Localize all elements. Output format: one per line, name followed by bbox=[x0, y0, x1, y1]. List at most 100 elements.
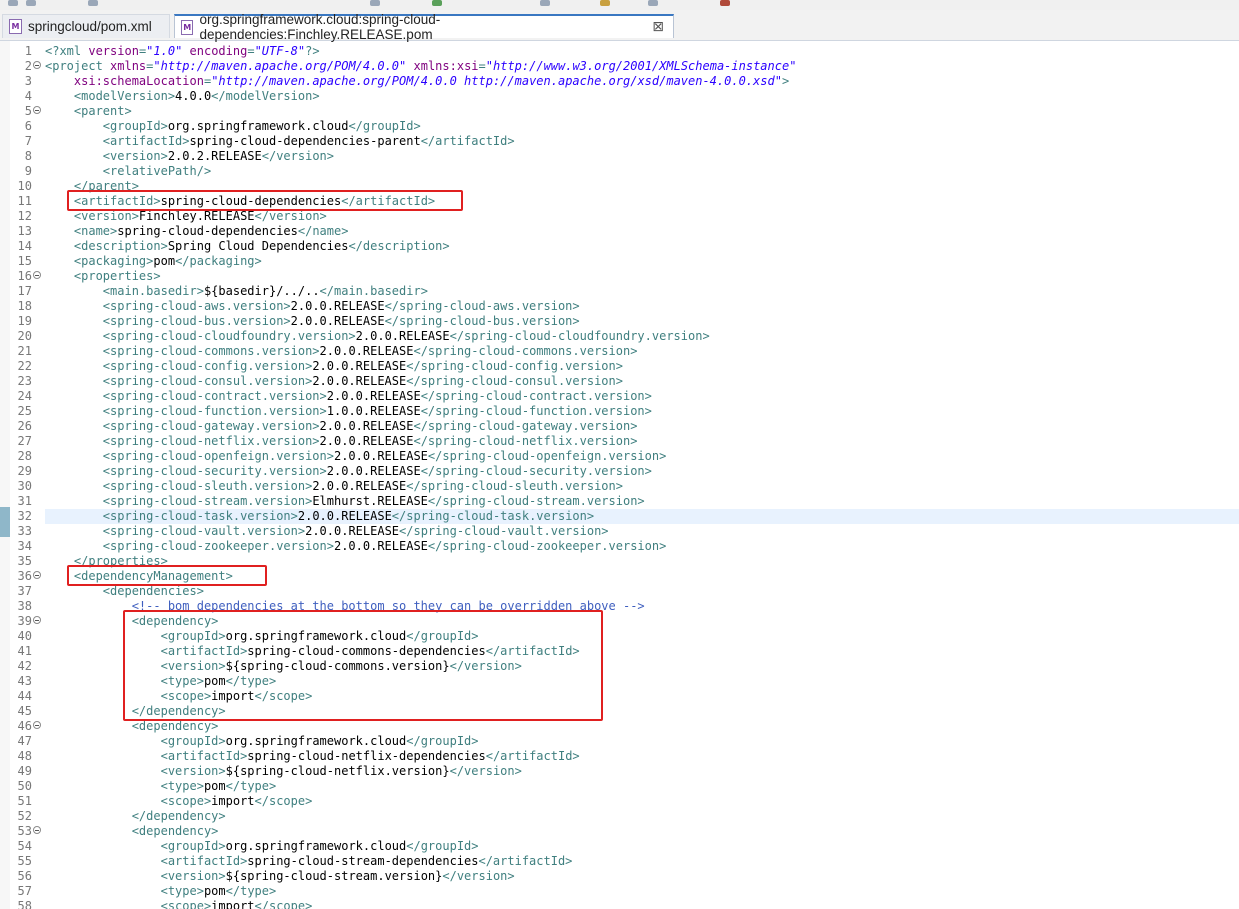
close-icon[interactable]: ⊠ bbox=[649, 19, 667, 35]
code-line[interactable]: <spring-cloud-cloudfoundry.version>2.0.0… bbox=[45, 329, 1239, 344]
code-line[interactable]: <spring-cloud-gateway.version>2.0.0.RELE… bbox=[45, 419, 1239, 434]
code-line[interactable]: <spring-cloud-stream.version>Elmhurst.RE… bbox=[45, 494, 1239, 509]
code-line[interactable]: <dependency> bbox=[45, 719, 1239, 734]
code-line[interactable]: </dependency> bbox=[45, 809, 1239, 824]
code-line[interactable]: <version>${spring-cloud-netflix.version}… bbox=[45, 764, 1239, 779]
code-token: 2.0.0.RELEASE bbox=[333, 449, 428, 463]
line-number: 43 bbox=[10, 674, 44, 689]
code-line[interactable]: <modelVersion>4.0.0</modelVersion> bbox=[45, 89, 1239, 104]
code-line[interactable]: <groupId>org.springframework.cloud</grou… bbox=[45, 629, 1239, 644]
line-number: 46 bbox=[10, 719, 44, 734]
code-token: <spring-cloud-sleuth.version> bbox=[45, 479, 313, 493]
line-number-text: 19 bbox=[17, 314, 32, 328]
code-line[interactable]: <spring-cloud-config.version>2.0.0.RELEA… bbox=[45, 359, 1239, 374]
code-token: spring-cloud-dependencies-parent bbox=[189, 134, 421, 148]
code-line[interactable]: <properties> bbox=[45, 269, 1239, 284]
tab-springcloud-pom[interactable]: M springcloud/pom.xml bbox=[2, 14, 170, 38]
toolbar-icon[interactable] bbox=[370, 0, 380, 6]
code-line[interactable]: <spring-cloud-consul.version>2.0.0.RELEA… bbox=[45, 374, 1239, 389]
fold-toggle-icon[interactable] bbox=[33, 61, 41, 69]
toolbar-icon[interactable] bbox=[540, 0, 550, 6]
toolbar-icon[interactable] bbox=[648, 0, 658, 6]
fold-toggle-icon[interactable] bbox=[33, 106, 41, 114]
code-line[interactable]: <spring-cloud-aws.version>2.0.0.RELEASE<… bbox=[45, 299, 1239, 314]
toolbar-icon[interactable] bbox=[26, 0, 36, 6]
toolbar-icon[interactable] bbox=[8, 0, 18, 6]
code-token: "http://maven.apache.org/POM/4.0.0" bbox=[153, 59, 407, 73]
line-number-text: 37 bbox=[17, 584, 32, 598]
code-line[interactable]: <name>spring-cloud-dependencies</name> bbox=[45, 224, 1239, 239]
fold-toggle-icon[interactable] bbox=[33, 571, 41, 579]
code-line[interactable]: <version>Finchley.RELEASE</version> bbox=[45, 209, 1239, 224]
code-token: </spring-cloud-gateway.version> bbox=[413, 419, 638, 433]
fold-toggle-icon[interactable] bbox=[33, 616, 41, 624]
fold-toggle-icon[interactable] bbox=[33, 721, 41, 729]
code-line[interactable]: <spring-cloud-vault.version>2.0.0.RELEAS… bbox=[45, 524, 1239, 539]
code-area[interactable]: <?xml version="1.0" encoding="UTF-8"?> <p… bbox=[45, 41, 1239, 909]
code-line[interactable]: <scope>import</scope> bbox=[45, 794, 1239, 809]
code-line[interactable]: <packaging>pom</packaging> bbox=[45, 254, 1239, 269]
code-line[interactable]: <groupId>org.springframework.cloud</grou… bbox=[45, 734, 1239, 749]
tab-spring-cloud-dependencies-pom[interactable]: M org.springframework.cloud:spring-cloud… bbox=[174, 12, 674, 42]
code-line[interactable]: <dependency> bbox=[45, 614, 1239, 629]
code-line[interactable]: xsi:schemaLocation="http://maven.apache.… bbox=[45, 74, 1239, 89]
line-number-text: 35 bbox=[17, 554, 32, 568]
toolbar-icon[interactable] bbox=[432, 0, 442, 6]
code-line[interactable]: <spring-cloud-task.version>2.0.0.RELEASE… bbox=[45, 509, 1239, 524]
line-number-text: 42 bbox=[17, 659, 32, 673]
code-line[interactable]: <version>2.0.2.RELEASE</version> bbox=[45, 149, 1239, 164]
toolbar-icon[interactable] bbox=[600, 0, 610, 6]
code-token: 2.0.0.RELEASE bbox=[319, 419, 414, 433]
code-line[interactable]: <description>Spring Cloud Dependencies</… bbox=[45, 239, 1239, 254]
code-line[interactable]: <parent> bbox=[45, 104, 1239, 119]
code-line[interactable]: <spring-cloud-netflix.version>2.0.0.RELE… bbox=[45, 434, 1239, 449]
fold-toggle-icon[interactable] bbox=[33, 271, 41, 279]
code-line[interactable]: <spring-cloud-sleuth.version>2.0.0.RELEA… bbox=[45, 479, 1239, 494]
code-line[interactable]: <spring-cloud-bus.version>2.0.0.RELEASE<… bbox=[45, 314, 1239, 329]
code-line[interactable]: <main.basedir>${basedir}/../..</main.bas… bbox=[45, 284, 1239, 299]
code-line[interactable]: <dependency> bbox=[45, 824, 1239, 839]
code-line[interactable]: <version>${spring-cloud-stream.version}<… bbox=[45, 869, 1239, 884]
code-line[interactable]: <spring-cloud-zookeeper.version>2.0.0.RE… bbox=[45, 539, 1239, 554]
change-marker[interactable] bbox=[0, 507, 10, 537]
code-token: spring-cloud-stream-dependencies bbox=[247, 854, 479, 868]
code-line[interactable]: <version>${spring-cloud-commons.version}… bbox=[45, 659, 1239, 674]
code-line[interactable]: <groupId>org.springframework.cloud</grou… bbox=[45, 119, 1239, 134]
toolbar-icon[interactable] bbox=[720, 0, 730, 6]
code-line[interactable]: </parent> bbox=[45, 179, 1239, 194]
toolbar-icon[interactable] bbox=[88, 0, 98, 6]
xml-file-icon: M bbox=[181, 19, 194, 35]
code-line[interactable]: <artifactId>spring-cloud-stream-dependen… bbox=[45, 854, 1239, 869]
code-line[interactable]: </properties> bbox=[45, 554, 1239, 569]
code-line[interactable]: <relativePath/> bbox=[45, 164, 1239, 179]
code-line[interactable]: <scope>import</scope> bbox=[45, 899, 1239, 909]
code-line[interactable]: <spring-cloud-openfeign.version>2.0.0.RE… bbox=[45, 449, 1239, 464]
code-line[interactable]: <project xmlns = "http://maven.apache.org/… bbox=[45, 59, 1239, 74]
code-line[interactable]: <artifactId>spring-cloud-commons-depende… bbox=[45, 644, 1239, 659]
code-line[interactable]: <spring-cloud-contract.version>2.0.0.REL… bbox=[45, 389, 1239, 404]
xml-editor[interactable]: 1 2 3 4 5 6 7 8 9 10 11 12 13 14 15 16 17 18 19 20 21 22 23 24 2… bbox=[0, 41, 1239, 909]
code-line[interactable]: </dependency> bbox=[45, 704, 1239, 719]
code-line[interactable]: <type>pom</type> bbox=[45, 884, 1239, 899]
code-line[interactable]: <artifactId>spring-cloud-dependencies</a… bbox=[45, 194, 1239, 209]
code-line[interactable]: <dependencies> bbox=[45, 584, 1239, 599]
code-token: <spring-cloud-netflix.version> bbox=[45, 434, 320, 448]
code-line[interactable]: <type>pom</type> bbox=[45, 674, 1239, 689]
code-line[interactable]: <?xml version="1.0" encoding="UTF-8"?> bbox=[45, 44, 1239, 59]
line-number: 8 bbox=[10, 149, 44, 164]
code-line[interactable]: <spring-cloud-commons.version>2.0.0.RELE… bbox=[45, 344, 1239, 359]
code-line[interactable]: <artifactId>spring-cloud-netflix-depende… bbox=[45, 749, 1239, 764]
code-line[interactable]: <artifactId>spring-cloud-dependencies-pa… bbox=[45, 134, 1239, 149]
code-token: <spring-cloud-zookeeper.version> bbox=[45, 539, 334, 553]
fold-toggle-icon[interactable] bbox=[33, 826, 41, 834]
code-line[interactable]: <scope>import</scope> bbox=[45, 689, 1239, 704]
code-line[interactable]: <!-- bom dependencies at the bottom so t… bbox=[45, 599, 1239, 614]
code-line[interactable]: <dependencyManagement> bbox=[45, 569, 1239, 584]
code-line[interactable]: <groupId>org.springframework.cloud</grou… bbox=[45, 839, 1239, 854]
line-number-text: 41 bbox=[17, 644, 32, 658]
code-line[interactable]: <spring-cloud-security.version>2.0.0.REL… bbox=[45, 464, 1239, 479]
overview-ruler[interactable] bbox=[0, 41, 10, 909]
code-line[interactable]: <spring-cloud-function.version>1.0.0.REL… bbox=[45, 404, 1239, 419]
code-line[interactable]: <type>pom</type> bbox=[45, 779, 1239, 794]
